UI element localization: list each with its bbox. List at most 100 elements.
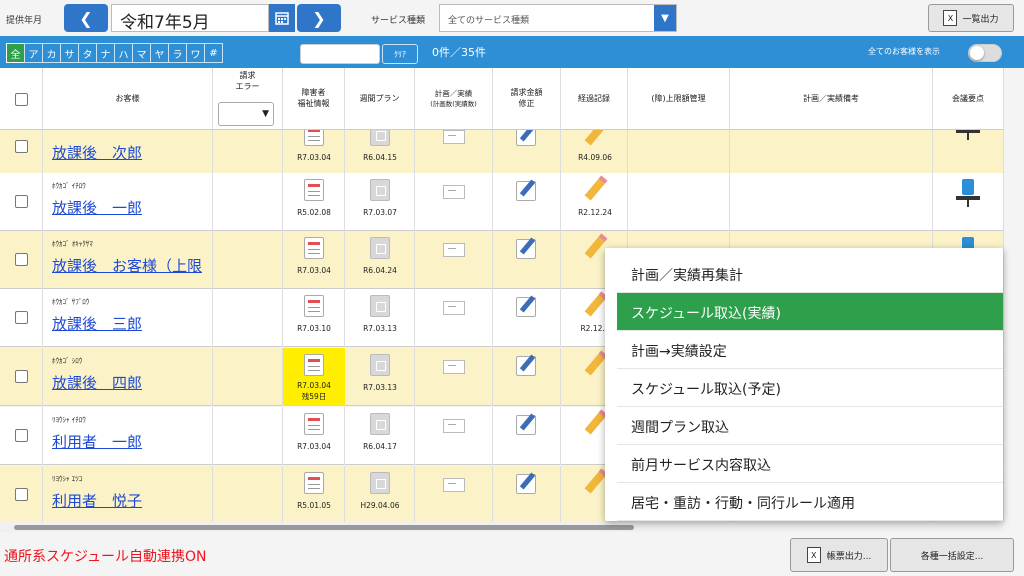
weekly-plan-icon[interactable] bbox=[370, 472, 390, 494]
row-checkbox[interactable] bbox=[15, 140, 28, 153]
row-checkbox[interactable] bbox=[15, 488, 28, 501]
next-month-button[interactable]: ❯ bbox=[297, 4, 341, 32]
row-checkbox[interactable] bbox=[15, 253, 28, 266]
customer-kana: ﾘﾖｳｼｬ ｴﾂｺ bbox=[52, 475, 83, 483]
service-type-select[interactable]: 全てのサービス種類 ▼ bbox=[439, 4, 677, 32]
plan-actual-icon[interactable] bbox=[443, 185, 465, 199]
customer-name-link[interactable]: 利用者 一郎 bbox=[52, 431, 212, 452]
billing-error-select[interactable]: ▼ bbox=[218, 102, 274, 126]
table-cell bbox=[415, 348, 493, 406]
customer-name-link[interactable]: 放課後 次郎 bbox=[52, 142, 212, 163]
plan-actual-icon[interactable] bbox=[443, 243, 465, 257]
table-cell bbox=[730, 130, 933, 176]
bulk-settings-button[interactable]: 各種一括設定... bbox=[890, 538, 1014, 572]
billing-edit-icon[interactable] bbox=[516, 239, 536, 259]
kana-tab[interactable]: タ bbox=[78, 43, 97, 63]
plan-actual-icon[interactable] bbox=[443, 360, 465, 374]
col-customer[interactable]: お客様 bbox=[43, 68, 213, 130]
calendar-button[interactable] bbox=[269, 4, 295, 32]
col-plan-actual-line1: 計画／実績 bbox=[434, 88, 473, 98]
billing-edit-icon[interactable] bbox=[516, 415, 536, 435]
menu-item[interactable]: 計画／実績再集計 bbox=[617, 255, 1003, 293]
kana-tab[interactable]: ワ bbox=[186, 43, 205, 63]
chevron-left-icon: ❮ bbox=[79, 8, 93, 28]
service-type-label: サービス種類 bbox=[371, 16, 426, 26]
table-row[interactable]: ﾎｳｶｺﾞ ｲﾁﾛｳ 放課後 一郎 R5.02.08 R7.03.07 R2.12.24 bbox=[0, 173, 1004, 231]
menu-item[interactable]: 週間プラン取込 bbox=[617, 407, 1003, 445]
col-disability: 障害者 福祉情報 bbox=[283, 68, 345, 130]
excel-icon: X bbox=[943, 10, 958, 26]
table-cell bbox=[415, 231, 493, 289]
menu-item[interactable]: スケジュール取込(予定) bbox=[617, 369, 1003, 407]
billing-edit-icon[interactable] bbox=[516, 297, 536, 317]
customer-name-link[interactable]: 放課後 四郎 bbox=[52, 372, 212, 393]
search-input[interactable] bbox=[300, 44, 380, 64]
menu-item[interactable]: スケジュール取込(実績) bbox=[617, 293, 1003, 331]
billing-edit-icon[interactable] bbox=[516, 181, 536, 201]
weekly-plan-icon[interactable] bbox=[370, 130, 390, 146]
document-icon[interactable] bbox=[304, 295, 324, 317]
weekly-plan-icon[interactable] bbox=[370, 237, 390, 259]
chair-icon[interactable] bbox=[955, 179, 981, 209]
export-list-button[interactable]: X 一覧出力 bbox=[928, 4, 1014, 32]
row-checkbox[interactable] bbox=[15, 370, 28, 383]
weekly-plan-icon[interactable] bbox=[370, 179, 390, 201]
weekly-plan-date: R7.03.07 bbox=[363, 208, 397, 217]
document-icon[interactable] bbox=[304, 472, 324, 494]
row-checkbox[interactable] bbox=[15, 195, 28, 208]
row-checkbox[interactable] bbox=[15, 429, 28, 442]
kana-tab[interactable]: マ bbox=[132, 43, 151, 63]
document-icon[interactable] bbox=[304, 179, 324, 201]
month-field[interactable]: 令和7年5月 bbox=[111, 4, 269, 33]
col-limit-mgmt: (障)上限額管理 bbox=[628, 68, 730, 130]
horizontal-scrollbar[interactable] bbox=[0, 522, 1004, 532]
weekly-plan-icon[interactable] bbox=[370, 295, 390, 317]
prev-month-button[interactable]: ❮ bbox=[64, 4, 108, 32]
clear-button[interactable]: ｸﾘｱ bbox=[382, 44, 418, 64]
weekly-plan-date: R6.04.15 bbox=[363, 153, 397, 162]
customer-name-link[interactable]: 放課後 お客様（上限 bbox=[52, 255, 212, 276]
excel-icon: X bbox=[806, 547, 821, 563]
kana-tab[interactable]: ハ bbox=[114, 43, 133, 63]
row-checkbox[interactable] bbox=[15, 311, 28, 324]
kana-tab[interactable]: ナ bbox=[96, 43, 115, 63]
kana-tab[interactable]: # bbox=[204, 43, 223, 63]
table-cell bbox=[628, 130, 730, 176]
billing-edit-icon[interactable] bbox=[516, 130, 536, 146]
billing-edit-icon[interactable] bbox=[516, 474, 536, 494]
kana-tab[interactable]: ヤ bbox=[150, 43, 169, 63]
weekly-plan-icon[interactable] bbox=[370, 413, 390, 435]
kana-tab[interactable]: サ bbox=[60, 43, 79, 63]
customer-kana: ﾘﾖｳｼｬ ｲﾁﾛｳ bbox=[52, 416, 86, 424]
billing-edit-icon[interactable] bbox=[516, 356, 536, 376]
plan-actual-icon[interactable] bbox=[443, 301, 465, 315]
scroll-thumb[interactable] bbox=[14, 525, 634, 530]
menu-item[interactable]: 計画→実績設定 bbox=[617, 331, 1003, 369]
report-output-button[interactable]: X 帳票出力... bbox=[790, 538, 888, 572]
customer-name-link[interactable]: 利用者 悦子 bbox=[52, 490, 212, 511]
kana-tab[interactable]: ア bbox=[24, 43, 43, 63]
menu-item[interactable]: 前月サービス内容取込 bbox=[617, 445, 1003, 483]
document-icon[interactable] bbox=[304, 237, 324, 259]
document-icon[interactable] bbox=[304, 354, 324, 376]
kana-tab[interactable]: 全 bbox=[6, 43, 25, 63]
disability-date: R7.03.04 bbox=[297, 266, 331, 275]
select-all-checkbox[interactable] bbox=[14, 92, 28, 106]
customer-name-link[interactable]: 放課後 一郎 bbox=[52, 197, 212, 218]
document-icon[interactable] bbox=[304, 130, 324, 146]
progress-date: R4.09.06 bbox=[578, 153, 612, 162]
table-row[interactable]: 放課後 次郎 R7.03.04 R6.04.15 R4.09.06 bbox=[0, 130, 1004, 176]
document-icon[interactable] bbox=[304, 413, 324, 435]
disability-date: R7.03.10 bbox=[297, 324, 331, 333]
kana-tab[interactable]: ラ bbox=[168, 43, 187, 63]
customer-kana: ﾎｳｶｺﾞ ｵｷｬｸｻﾏ bbox=[52, 240, 93, 248]
plan-actual-icon[interactable] bbox=[443, 130, 465, 144]
chair-icon[interactable] bbox=[955, 130, 981, 142]
plan-actual-icon[interactable] bbox=[443, 419, 465, 433]
menu-item[interactable]: 居宅・重訪・行動・同行ルール適用 bbox=[617, 483, 1003, 521]
plan-actual-icon[interactable] bbox=[443, 478, 465, 492]
show-all-toggle[interactable] bbox=[968, 44, 1002, 62]
weekly-plan-icon[interactable] bbox=[370, 354, 390, 376]
kana-tab[interactable]: カ bbox=[42, 43, 61, 63]
customer-name-link[interactable]: 放課後 三郎 bbox=[52, 313, 212, 334]
